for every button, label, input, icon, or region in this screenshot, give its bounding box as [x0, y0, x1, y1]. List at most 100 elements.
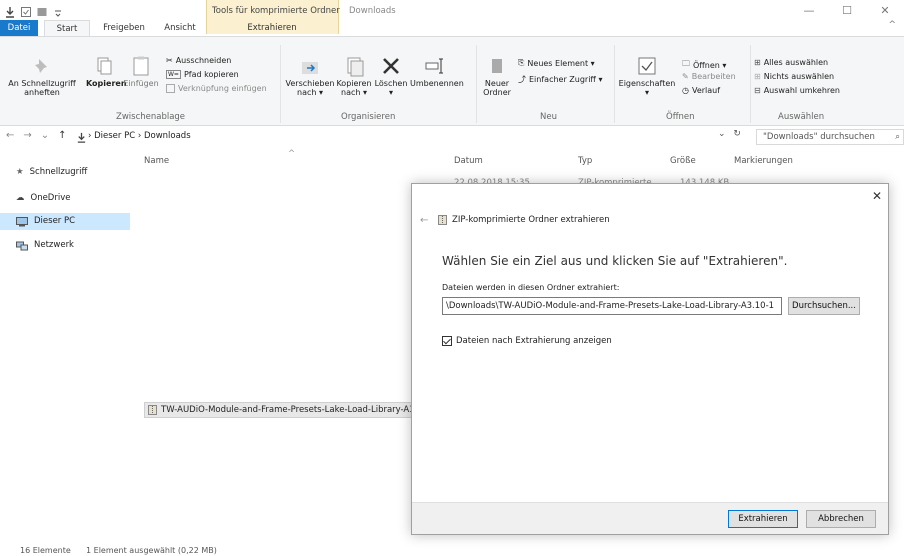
rename-icon: [425, 58, 443, 74]
extract-button[interactable]: Extrahieren: [728, 510, 798, 528]
destination-path-value: \Downloads\TW-AUDiO-Module-and-Frame-Pre…: [446, 301, 775, 311]
group-label-clipboard: Zwischenablage: [116, 112, 186, 122]
download-arrow-icon[interactable]: [4, 6, 16, 18]
status-selected: 1 Element ausgewählt (0,22 MB): [86, 546, 217, 555]
cloud-icon: ☁: [16, 193, 25, 203]
tab-freigeben[interactable]: Freigeben: [98, 20, 150, 36]
group-label-organize: Organisieren: [341, 112, 396, 122]
ribbon-collapse-icon[interactable]: ^: [888, 20, 896, 30]
rename-button[interactable]: Umbenennen: [410, 55, 464, 88]
cut-label: Ausschneiden: [175, 56, 232, 65]
delete-button[interactable]: Löschen ▾: [374, 55, 408, 97]
sidebar-item-label: Dieser PC: [34, 216, 76, 226]
move-folder-icon: [302, 62, 318, 74]
open-label: Öffnen ▾: [693, 60, 727, 70]
copy-icon: [97, 57, 112, 75]
clipboard-icon: [133, 56, 149, 76]
new-item-icon: ⎘: [518, 58, 525, 67]
zip-folder-icon: [438, 215, 447, 225]
sidebar-item-this-pc[interactable]: Dieser PC: [0, 213, 130, 230]
column-name[interactable]: Name: [144, 156, 169, 166]
window-title: Downloads: [349, 6, 396, 16]
search-icon[interactable]: ⌕: [895, 130, 900, 144]
sort-ascending-icon: ^: [288, 149, 296, 159]
dialog-heading: Wählen Sie ein Ziel aus und klicken Sie …: [442, 254, 788, 268]
paste-button[interactable]: Einfügen: [122, 55, 160, 88]
easy-access-button[interactable]: ⤴ Einfacher Zugriff ▾: [518, 74, 603, 85]
browse-button[interactable]: Durchsuchen...: [788, 297, 860, 315]
tab-extrahieren[interactable]: Extrahieren: [216, 20, 328, 36]
copy-to-button[interactable]: Kopieren nach ▾: [336, 55, 372, 97]
invert-selection-icon: ⊟: [754, 86, 761, 95]
column-type[interactable]: Typ: [578, 156, 592, 166]
group-label-new: Neu: [540, 112, 557, 122]
new-item-label: Neues Element ▾: [527, 58, 595, 68]
cancel-button[interactable]: Abbrechen: [806, 510, 876, 528]
tab-start[interactable]: Start: [44, 20, 90, 36]
forward-arrow-icon[interactable]: →: [23, 130, 31, 141]
invert-selection-button[interactable]: ⊟ Auswahl umkehren: [754, 86, 840, 95]
invert-selection-label: Auswahl umkehren: [763, 86, 841, 95]
select-none-button[interactable]: ⊞ Nichts auswählen: [754, 72, 834, 81]
move-to-button[interactable]: Verschieben nach ▾: [284, 55, 336, 97]
navigation-buttons: ← → ⌄ ↑: [6, 130, 67, 141]
destination-path-input[interactable]: \Downloads\TW-AUDiO-Module-and-Frame-Pre…: [442, 297, 782, 315]
show-files-checkbox-row[interactable]: Dateien nach Extrahierung anzeigen: [442, 336, 612, 346]
show-files-checkbox[interactable]: [442, 336, 452, 346]
properties-label: Eigenschaften ▾: [618, 79, 676, 97]
properties-icon: [638, 57, 656, 75]
back-arrow-icon[interactable]: ←: [6, 130, 14, 141]
up-arrow-icon[interactable]: ↑: [58, 130, 66, 141]
cut-button[interactable]: ✂ Ausschneiden: [166, 56, 231, 65]
edit-button[interactable]: ✎ Bearbeiten: [682, 72, 736, 81]
edit-label: Bearbeiten: [691, 72, 736, 81]
properties-check-icon[interactable]: [20, 6, 32, 18]
sidebar-item-network[interactable]: Netzwerk: [0, 237, 130, 254]
search-input[interactable]: "Downloads" durchsuchen ⌕: [756, 129, 904, 145]
dialog-back-arrow-icon[interactable]: ←: [420, 215, 428, 226]
destination-label: Dateien werden in diesen Ordner extrahie…: [442, 283, 620, 292]
file-row-zip[interactable]: TW-AUDiO-Module-and-Frame-Presets-Lake-L…: [144, 402, 414, 418]
new-item-button[interactable]: ⎘ Neues Element ▾: [518, 58, 595, 68]
tab-datei[interactable]: Datei: [0, 20, 38, 36]
select-none-icon: ⊞: [754, 72, 761, 81]
dialog-title: ZIP-komprimierte Ordner extrahieren: [438, 215, 610, 225]
customize-toolbar-icon[interactable]: [52, 6, 64, 18]
sidebar-item-label: Netzwerk: [34, 240, 74, 250]
sidebar-item-onedrive[interactable]: ☁ OneDrive: [0, 190, 130, 207]
copy-button[interactable]: Kopieren: [86, 55, 127, 88]
column-size[interactable]: Größe: [670, 156, 696, 166]
select-all-button[interactable]: ⊞ Alles auswählen: [754, 58, 828, 67]
scissors-icon: ✂: [166, 56, 173, 65]
new-folder-icon[interactable]: [36, 6, 48, 18]
status-item-count: 16 Elemente: [20, 546, 71, 555]
open-icon: 🗀: [682, 59, 690, 68]
history-button[interactable]: ◷ Verlauf: [682, 86, 720, 95]
tab-ansicht[interactable]: Ansicht: [160, 20, 200, 36]
quick-access-toolbar: [4, 6, 64, 18]
copy-to-icon: [347, 57, 364, 77]
refresh-icon[interactable]: ↻: [733, 129, 741, 139]
column-tags[interactable]: Markierungen: [734, 156, 793, 166]
file-name: TW-AUDiO-Module-and-Frame-Presets-Lake-L…: [161, 405, 414, 415]
easy-access-label: Einfacher Zugriff ▾: [529, 75, 603, 84]
sidebar-item-quick-access[interactable]: ★ Schnellzugriff: [0, 164, 130, 181]
search-placeholder: "Downloads" durchsuchen: [763, 132, 875, 142]
copy-path-label: Pfad kopieren: [183, 70, 239, 79]
status-bar: 16 Elemente 1 Element ausgewählt (0,22 M…: [0, 546, 904, 556]
rename-label: Umbenennen: [410, 79, 464, 88]
pin-to-quick-access-button[interactable]: An Schnellzugriff anheften: [2, 55, 82, 97]
open-button[interactable]: 🗀 Öffnen ▾: [682, 58, 726, 72]
ribbon: An Schnellzugriff anheften Kopieren Einf…: [0, 36, 904, 126]
dialog-close-button[interactable]: ✕: [872, 189, 882, 203]
downloads-location-icon: [77, 132, 86, 143]
address-dropdown-icon[interactable]: ⌄: [718, 129, 726, 139]
copy-path-button[interactable]: W= Pfad kopieren: [166, 70, 239, 79]
paste-shortcut-button[interactable]: Verknüpfung einfügen: [166, 84, 267, 93]
column-date[interactable]: Datum: [454, 156, 483, 166]
new-folder-button[interactable]: Neuer Ordner: [480, 55, 514, 97]
address-path[interactable]: › Dieser PC › Downloads: [88, 129, 746, 145]
properties-button[interactable]: Eigenschaften ▾: [618, 55, 676, 97]
select-all-label: Alles auswählen: [763, 58, 829, 67]
recent-locations-icon[interactable]: ⌄: [41, 130, 49, 141]
